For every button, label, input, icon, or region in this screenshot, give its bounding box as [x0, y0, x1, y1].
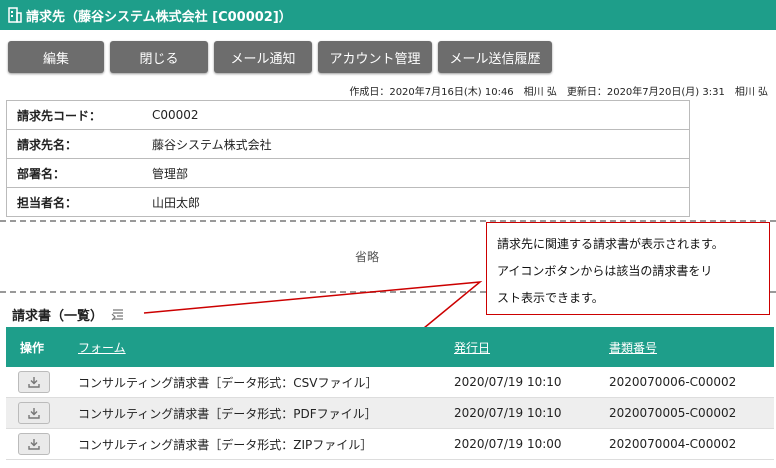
- info-label: 請求先コード：: [6, 100, 152, 130]
- col-number[interactable]: 書類番号: [609, 327, 774, 367]
- sort-date-link[interactable]: 発行日: [454, 341, 490, 355]
- info-value: C00002: [152, 100, 690, 130]
- account-manage-button[interactable]: アカウント管理: [318, 41, 432, 73]
- download-button[interactable]: [18, 402, 50, 424]
- table-row: コンサルティング請求書［データ形式：PDFファイル］ 2020/07/19 10…: [6, 397, 774, 429]
- download-icon: [28, 377, 40, 388]
- row-form: コンサルティング請求書［データ形式：ZIPファイル］: [78, 428, 454, 460]
- info-value: 藤谷システム株式会社: [152, 129, 690, 159]
- section-title-text: 請求書（一覧）: [12, 309, 104, 324]
- edit-button[interactable]: 編集: [8, 41, 104, 73]
- info-row: 請求先コード： C00002: [6, 100, 690, 130]
- row-number: 2020070005-C00002: [609, 397, 774, 429]
- row-date: 2020/07/19 10:10: [454, 397, 609, 429]
- download-button[interactable]: [18, 371, 50, 393]
- info-row: 部署名： 管理部: [6, 158, 690, 188]
- table-header-row: 操作 フォーム 発行日 書類番号: [6, 327, 774, 367]
- callout-line: 請求先に関連する請求書が表示されます。: [497, 237, 724, 251]
- table-row: コンサルティング請求書［データ形式：CSVファイル］ 2020/07/19 10…: [6, 367, 774, 398]
- sort-form-link[interactable]: フォーム: [78, 341, 126, 355]
- col-op: 操作: [6, 327, 78, 367]
- table-row: コンサルティング請求書［データ形式：ZIPファイル］ 2020/07/19 10…: [6, 428, 774, 460]
- col-form[interactable]: フォーム: [78, 327, 454, 367]
- sort-number-link[interactable]: 書類番号: [609, 341, 657, 355]
- section-title: 請求書（一覧）: [12, 305, 125, 324]
- info-value: 山田太郎: [152, 187, 690, 217]
- info-row: 請求先名： 藤谷システム株式会社: [6, 129, 690, 159]
- download-icon: [28, 439, 40, 450]
- info-label: 担当者名：: [6, 187, 152, 217]
- toolbar: 編集 閉じる メール通知 アカウント管理 メール送信履歴: [8, 41, 552, 73]
- close-button[interactable]: 閉じる: [110, 41, 208, 73]
- row-form: コンサルティング請求書［データ形式：PDFファイル］: [78, 397, 454, 429]
- list-icon[interactable]: [111, 308, 125, 321]
- row-number: 2020070006-C00002: [609, 367, 774, 398]
- row-date: 2020/07/19 10:10: [454, 367, 609, 398]
- title-bar: 請求先（藤谷システム株式会社 [C00002]）: [0, 0, 776, 30]
- invoice-table: 操作 フォーム 発行日 書類番号 コンサルティング請求書［データ形式：CSVファ…: [6, 327, 774, 460]
- download-icon: [28, 408, 40, 419]
- info-value: 管理部: [152, 158, 690, 188]
- callout-box: 請求先に関連する請求書が表示されます。 アイコンボタンからは該当の請求書をリ ス…: [486, 222, 770, 315]
- row-form: コンサルティング請求書［データ形式：CSVファイル］: [78, 367, 454, 398]
- callout-line: アイコンボタンからは該当の請求書をリ: [497, 264, 713, 278]
- record-meta: 作成日：2020年7月16日(木) 10:46 相川 弘 更新日：2020年7月…: [349, 87, 768, 98]
- row-number: 2020070004-C00002: [609, 428, 774, 460]
- building-icon: [8, 7, 22, 23]
- info-label: 部署名：: [6, 158, 152, 188]
- page-title: 請求先（藤谷システム株式会社 [C00002]）: [26, 9, 292, 25]
- callout-line: スト表示できます。: [497, 291, 604, 305]
- omitted-label: 省略: [355, 250, 380, 264]
- mail-history-button[interactable]: メール送信履歴: [438, 41, 552, 73]
- mail-notify-button[interactable]: メール通知: [214, 41, 312, 73]
- download-button[interactable]: [18, 433, 50, 455]
- info-row: 担当者名： 山田太郎: [6, 187, 690, 217]
- info-label: 請求先名：: [6, 129, 152, 159]
- row-date: 2020/07/19 10:00: [454, 428, 609, 460]
- info-table: 請求先コード： C00002 請求先名： 藤谷システム株式会社 部署名： 管理部 担当…: [6, 100, 690, 217]
- col-date[interactable]: 発行日: [454, 327, 609, 367]
